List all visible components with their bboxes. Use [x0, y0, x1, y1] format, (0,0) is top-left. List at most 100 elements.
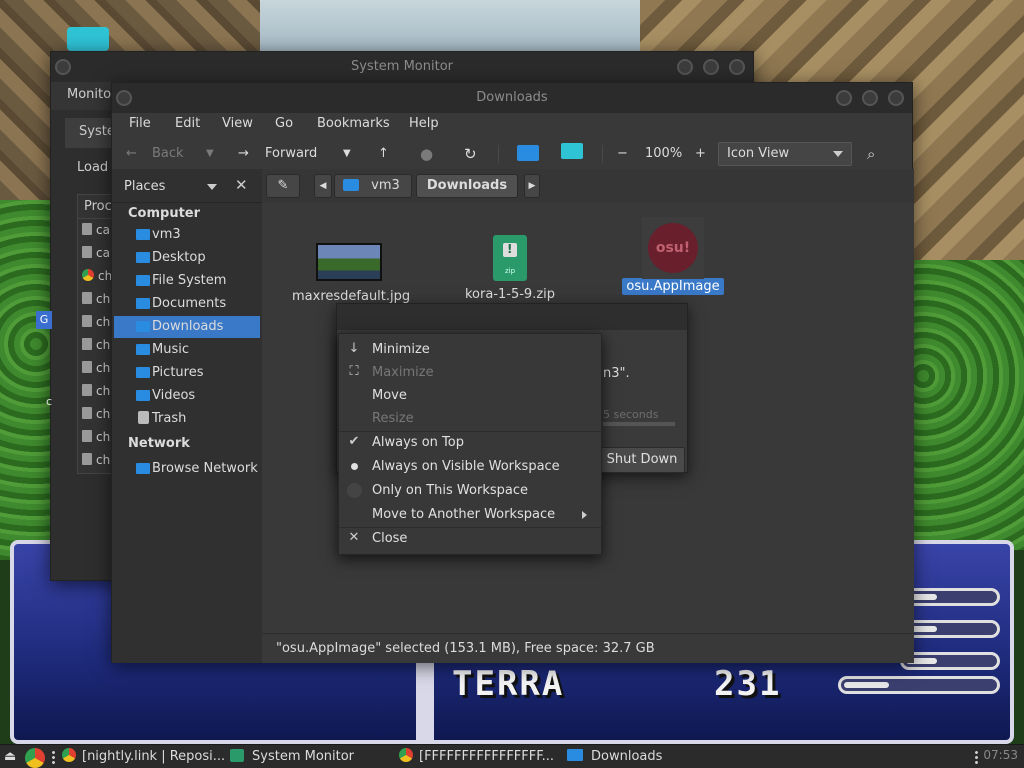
downloads-close-button[interactable]: [888, 90, 904, 106]
clock: 07:53: [983, 748, 1018, 762]
file-item-appimage[interactable]: osu! osu.AppImage: [618, 217, 728, 295]
desktop-monitor-icon[interactable]: [67, 27, 109, 51]
zip-icon-ext: zip: [505, 267, 516, 275]
menu-go[interactable]: Go: [275, 116, 293, 131]
view-mode-select[interactable]: Icon View: [718, 142, 852, 166]
process-name: ca: [96, 246, 110, 260]
sidebar-item-vm3[interactable]: vm3: [114, 224, 260, 246]
sidebar-item-downloads[interactable]: Downloads: [114, 316, 260, 338]
up-arrow-icon[interactable]: ↑: [378, 143, 389, 165]
back-button[interactable]: Back: [152, 143, 184, 165]
sidebar-item-videos[interactable]: Videos: [114, 385, 260, 407]
menu-item-always-on-top[interactable]: ✔ Always on Top: [339, 431, 601, 455]
view-mode-value: Icon View: [727, 146, 790, 161]
chrome-launcher[interactable]: [25, 748, 51, 768]
menu-item-only-this-workspace[interactable]: Only on This Workspace: [339, 479, 601, 503]
back-history-dropdown-icon[interactable]: ▼: [206, 143, 214, 165]
path-scroll-left-button[interactable]: ◀: [314, 174, 332, 198]
shut-down-button[interactable]: Shut Down: [599, 447, 685, 473]
menu-item-move[interactable]: Move: [339, 384, 601, 408]
sidebar-item-browse-network[interactable]: Browse Network: [114, 458, 260, 480]
app-icon: [82, 223, 92, 235]
taskbar-item-system-monitor[interactable]: System Monitor: [230, 748, 354, 766]
menu-item-resize: Resize: [339, 407, 601, 431]
menu-file[interactable]: File: [129, 116, 151, 131]
zip-archive-icon: ! zip: [493, 235, 527, 281]
window-context-menu: ↓ Minimize ⛶ Maximize Move Resize ✔ Alwa…: [338, 333, 602, 555]
zoom-in-button[interactable]: +: [695, 143, 706, 165]
sidebar-item-music[interactable]: Music: [114, 339, 260, 361]
process-name: ch: [96, 407, 111, 421]
sidebar-item-file-system[interactable]: File System: [114, 270, 260, 292]
menu-bookmarks[interactable]: Bookmarks: [317, 116, 390, 131]
sidebar-close-icon[interactable]: ✕: [235, 176, 248, 194]
file-name: maxresdefault.jpg: [292, 289, 411, 304]
breadcrumb-vm3[interactable]: vm3: [334, 174, 412, 198]
game-gauge-bar: [900, 652, 1000, 670]
desktop-g-badge[interactable]: G: [36, 311, 52, 329]
menu-item-maximize: ⛶ Maximize: [339, 361, 601, 385]
forward-history-dropdown-icon[interactable]: ▼: [343, 143, 351, 165]
taskbar-handle[interactable]: [52, 750, 55, 764]
taskbar-handle[interactable]: [975, 750, 978, 764]
forward-button[interactable]: Forward: [265, 143, 317, 165]
edit-path-button[interactable]: ✎: [266, 174, 300, 198]
path-bar: ✎ ◀ vm3 Downloads ▶: [262, 169, 914, 203]
folder-icon: [136, 275, 150, 286]
sysmon-maximize-button[interactable]: [703, 59, 719, 75]
path-scroll-right-button[interactable]: ▶: [524, 174, 540, 198]
search-icon[interactable]: ⌕: [867, 143, 875, 165]
sidebar-item-pictures[interactable]: Pictures: [114, 362, 260, 384]
app-menu-icon[interactable]: ⏏: [4, 748, 16, 766]
sidebar-item-trash[interactable]: Trash: [114, 408, 260, 430]
sidebar-item-documents[interactable]: Documents: [114, 293, 260, 315]
sysmon-close-button[interactable]: [729, 59, 745, 75]
menu-item-close[interactable]: ✕ Close: [339, 527, 601, 551]
taskbar-item-browser-2[interactable]: [FFFFFFFFFFFFFFFF...: [399, 748, 554, 766]
status-bar: "osu.AppImage" selected (153.1 MB), Free…: [262, 633, 914, 663]
menu-item-move-to-workspace[interactable]: Move to Another Workspace: [339, 503, 601, 527]
sidebar-item-label: Browse Network: [152, 461, 258, 476]
places-sidebar: Places ✕ Computer vm3 Desktop File System D…: [112, 169, 262, 663]
taskbar-item-browser[interactable]: [nightly.link | Reposi...: [62, 748, 225, 766]
sysmon-minimize-button[interactable]: [677, 59, 693, 75]
menu-help[interactable]: Help: [409, 116, 439, 131]
downloads-titlebar[interactable]: Downloads: [112, 83, 912, 113]
process-name: ch: [96, 453, 111, 467]
pencil-icon: ✎: [277, 178, 289, 193]
taskbar-item-label: [nightly.link | Reposi...: [82, 749, 226, 764]
sidebar-mode-dropdown-icon[interactable]: [207, 184, 217, 190]
taskbar-item-downloads[interactable]: Downloads: [567, 748, 662, 766]
app-icon: [82, 407, 92, 419]
file-item-zip[interactable]: ! zip kora-1-5-9.zip: [454, 235, 566, 302]
sysmon-menu-monitor[interactable]: Monito: [67, 87, 111, 102]
zoom-out-button[interactable]: −: [617, 143, 628, 165]
menu-view[interactable]: View: [222, 116, 253, 131]
dialog-countdown: 5 seconds: [603, 408, 659, 421]
home-folder-icon[interactable]: [517, 145, 539, 167]
downloads-maximize-button[interactable]: [862, 90, 878, 106]
menu-item-minimize[interactable]: ↓ Minimize: [339, 338, 601, 362]
sysmon-titlebar[interactable]: System Monitor: [51, 52, 753, 82]
file-item-jpg[interactable]: maxresdefault.jpg: [292, 243, 411, 304]
folder-icon: [136, 321, 150, 332]
taskbar-item-label: [FFFFFFFFFFFFFFFF...: [419, 749, 555, 764]
menu-item-always-visible-workspace[interactable]: Always on Visible Workspace: [339, 455, 601, 479]
folder-icon: [136, 229, 150, 240]
breadcrumb-downloads[interactable]: Downloads: [416, 174, 518, 198]
close-icon: ✕: [348, 530, 360, 545]
sidebar-item-desktop[interactable]: Desktop: [114, 247, 260, 269]
menu-item-label: Move: [372, 388, 407, 403]
dialog-titlebar[interactable]: [337, 304, 687, 330]
home-folder-icon: [343, 179, 359, 191]
menu-edit[interactable]: Edit: [175, 116, 200, 131]
menu-item-label: Resize: [372, 411, 414, 426]
downloads-menu-button[interactable]: [116, 90, 132, 106]
taskbar-item-label: Downloads: [591, 749, 663, 764]
computer-icon[interactable]: [561, 143, 583, 165]
downloads-minimize-button[interactable]: [836, 90, 852, 106]
reload-icon[interactable]: ↻: [464, 143, 477, 165]
sysmon-menu-button[interactable]: [55, 59, 71, 75]
desktop-c-letter: c: [46, 395, 53, 408]
stop-icon[interactable]: ●: [420, 143, 433, 165]
